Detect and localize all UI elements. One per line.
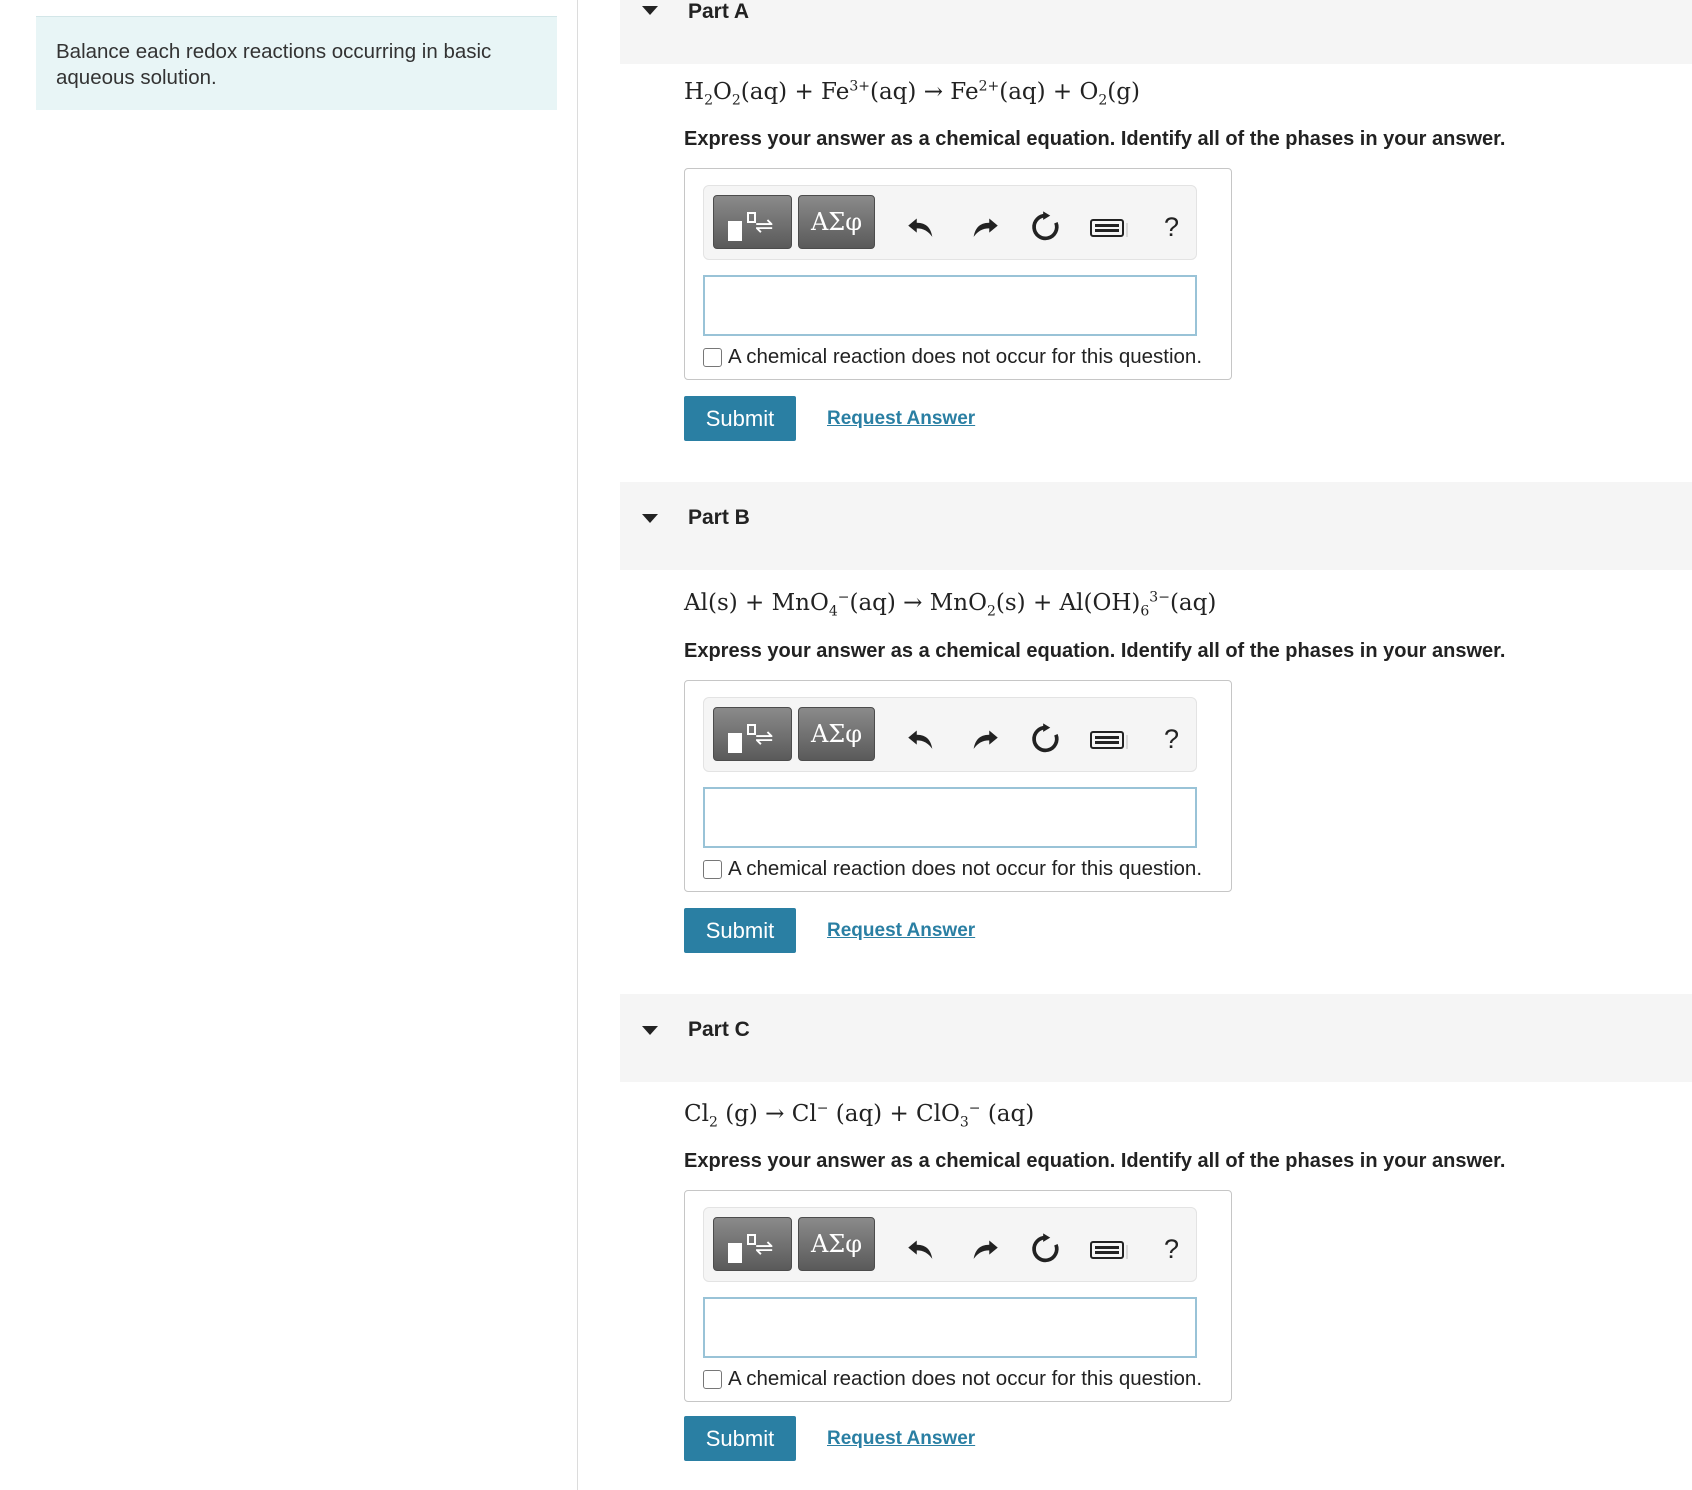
caret-down-icon[interactable] <box>642 6 658 15</box>
submit-button[interactable]: Submit <box>684 396 796 441</box>
no-reaction-label: A chemical reaction does not occur for t… <box>728 1367 1203 1390</box>
part-a-section: Part A H2O2(aq) + Fe3+(aq) → Fe2+(aq) + … <box>620 0 1692 446</box>
submit-button[interactable]: Submit <box>684 908 796 953</box>
reset-icon[interactable] <box>1029 210 1063 244</box>
part-b-section: Part B Al(s) + MnO4−(aq) → MnO2(s) + Al(… <box>620 482 1692 953</box>
template-block-icon <box>728 1243 742 1263</box>
part-title: Part B <box>688 506 750 529</box>
part-title: Part A <box>688 0 750 23</box>
reaction-equation: Cl2 (g) → Cl− (aq) + ClO3− (aq) <box>684 1100 1035 1131</box>
answer-input[interactable] <box>703 787 1197 848</box>
templates-button[interactable]: ⇌ <box>713 1217 792 1271</box>
help-icon[interactable]: ? <box>1164 724 1179 755</box>
undo-icon[interactable] <box>904 210 938 244</box>
template-block-icon <box>728 221 742 241</box>
answer-editor: ⇌ ΑΣφ ? A chemical reaction does not occ… <box>684 1190 1232 1402</box>
part-a-header[interactable]: Part A <box>620 0 1692 64</box>
equilibrium-arrow-icon: ⇌ <box>755 726 774 751</box>
reaction-equation: Al(s) + MnO4−(aq) → MnO2(s) + Al(OH)63−(… <box>684 589 1217 620</box>
symbols-button[interactable]: ΑΣφ <box>798 1217 875 1271</box>
submit-button[interactable]: Submit <box>684 1416 796 1461</box>
no-reaction-checkbox[interactable] <box>703 347 722 367</box>
redo-icon[interactable] <box>968 722 1002 756</box>
help-icon[interactable]: ? <box>1164 1234 1179 1265</box>
caret-down-icon[interactable] <box>642 1026 658 1035</box>
instruction-text: Express your answer as a chemical equati… <box>684 1150 1506 1172</box>
editor-toolbar: ⇌ ΑΣφ ? <box>703 697 1197 772</box>
request-answer-link[interactable]: Request Answer <box>827 1428 975 1450</box>
redo-icon[interactable] <box>968 1232 1002 1266</box>
instruction-text: Express your answer as a chemical equati… <box>684 640 1506 662</box>
editor-toolbar: ⇌ ΑΣφ ? <box>703 1207 1197 1282</box>
caret-down-icon[interactable] <box>642 514 658 523</box>
request-answer-link[interactable]: Request Answer <box>827 408 975 430</box>
symbols-button[interactable]: ΑΣφ <box>798 707 875 761</box>
templates-button[interactable]: ⇌ <box>713 707 792 761</box>
template-block-icon <box>728 733 742 753</box>
no-reaction-option: A chemical reaction does not occur for t… <box>703 857 1202 881</box>
equilibrium-arrow-icon: ⇌ <box>755 1236 774 1261</box>
request-answer-link[interactable]: Request Answer <box>827 920 975 942</box>
column-divider <box>577 0 578 1490</box>
no-reaction-option: A chemical reaction does not occur for t… <box>703 1367 1202 1391</box>
no-reaction-option: A chemical reaction does not occur for t… <box>703 345 1202 369</box>
reset-icon[interactable] <box>1029 722 1063 756</box>
equilibrium-arrow-icon: ⇌ <box>755 214 774 239</box>
answer-input[interactable] <box>703 275 1197 336</box>
no-reaction-label: A chemical reaction does not occur for t… <box>728 857 1203 880</box>
reaction-equation: H2O2(aq) + Fe3+(aq) → Fe2+(aq) + O2(g) <box>684 78 1140 109</box>
no-reaction-label: A chemical reaction does not occur for t… <box>728 345 1203 368</box>
part-b-header[interactable]: Part B <box>620 482 1692 570</box>
part-c-header[interactable]: Part C <box>620 994 1692 1082</box>
keyboard-icon[interactable] <box>1089 1232 1129 1266</box>
answer-editor: ⇌ ΑΣφ ? A chemical reaction does not occ… <box>684 168 1232 380</box>
answer-editor: ⇌ ΑΣφ ? A chemical reaction does not occ… <box>684 680 1232 892</box>
symbols-button[interactable]: ΑΣφ <box>798 195 875 249</box>
templates-button[interactable]: ⇌ <box>713 195 792 249</box>
undo-icon[interactable] <box>904 722 938 756</box>
instruction-text: Express your answer as a chemical equati… <box>684 128 1506 150</box>
part-title: Part C <box>688 1018 750 1041</box>
editor-toolbar: ⇌ ΑΣφ ? <box>703 185 1197 260</box>
part-c-section: Part C Cl2 (g) → Cl− (aq) + ClO3− (aq) E… <box>620 994 1692 1464</box>
no-reaction-checkbox[interactable] <box>703 1369 722 1389</box>
reset-icon[interactable] <box>1029 1232 1063 1266</box>
answer-input[interactable] <box>703 1297 1197 1358</box>
keyboard-icon[interactable] <box>1089 722 1129 756</box>
problem-intro: Balance each redox reactions occurring i… <box>36 16 557 110</box>
no-reaction-checkbox[interactable] <box>703 859 722 879</box>
keyboard-icon[interactable] <box>1089 210 1129 244</box>
help-icon[interactable]: ? <box>1164 212 1179 243</box>
undo-icon[interactable] <box>904 1232 938 1266</box>
redo-icon[interactable] <box>968 210 1002 244</box>
